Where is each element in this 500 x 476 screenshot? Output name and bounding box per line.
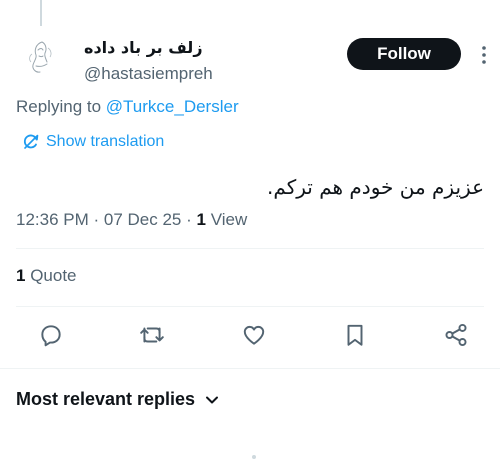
- tweet-time[interactable]: 12:36 PM: [16, 210, 89, 229]
- bookmark-icon[interactable]: [342, 322, 368, 348]
- views-label: View: [210, 210, 248, 229]
- show-translation-button[interactable]: Show translation: [22, 133, 164, 151]
- avatar[interactable]: [20, 36, 62, 78]
- replying-to: Replying to @Turkce_Dersler: [16, 97, 239, 117]
- quotes-count: 1: [16, 266, 26, 285]
- tweet-date[interactable]: 07 Dec 25: [104, 210, 182, 229]
- quotes-label: Quote: [30, 266, 77, 285]
- replying-prefix: Replying to: [16, 97, 106, 116]
- thread-line: [40, 0, 42, 26]
- chevron-down-icon: [206, 396, 219, 403]
- action-bar: [0, 322, 500, 352]
- replies-sort-label: Most relevant replies: [16, 389, 196, 409]
- tweet-meta: 12:36 PM · 07 Dec 25 · 1 View: [16, 210, 248, 229]
- quotes-link[interactable]: 1 Quote: [16, 266, 77, 286]
- author-display-name[interactable]: زلف بر باد داده: [84, 38, 213, 58]
- retweet-icon[interactable]: [139, 322, 165, 348]
- reply-icon[interactable]: [38, 322, 64, 348]
- author-block[interactable]: زلف بر باد داده @hastasiempreh: [84, 38, 213, 86]
- more-icon[interactable]: [475, 44, 493, 66]
- avatar-sketch-icon: [20, 36, 62, 78]
- follow-button[interactable]: Follow: [347, 38, 461, 70]
- divider: [16, 306, 484, 307]
- replies-sort-button[interactable]: Most relevant replies: [16, 389, 219, 410]
- show-translation-label: Show translation: [46, 133, 165, 150]
- like-icon[interactable]: [241, 322, 267, 348]
- tweet-text: عزیزم من خودم هم ترکم.: [267, 175, 484, 199]
- divider: [16, 248, 484, 249]
- translate-icon: [23, 134, 39, 149]
- views-count: 1: [196, 210, 206, 229]
- replying-mention-link[interactable]: @Turkce_Dersler: [106, 97, 239, 116]
- share-icon[interactable]: [443, 322, 469, 348]
- divider: [0, 368, 500, 369]
- author-handle[interactable]: @hastasiempreh: [84, 62, 213, 86]
- loading-dot: [252, 455, 256, 459]
